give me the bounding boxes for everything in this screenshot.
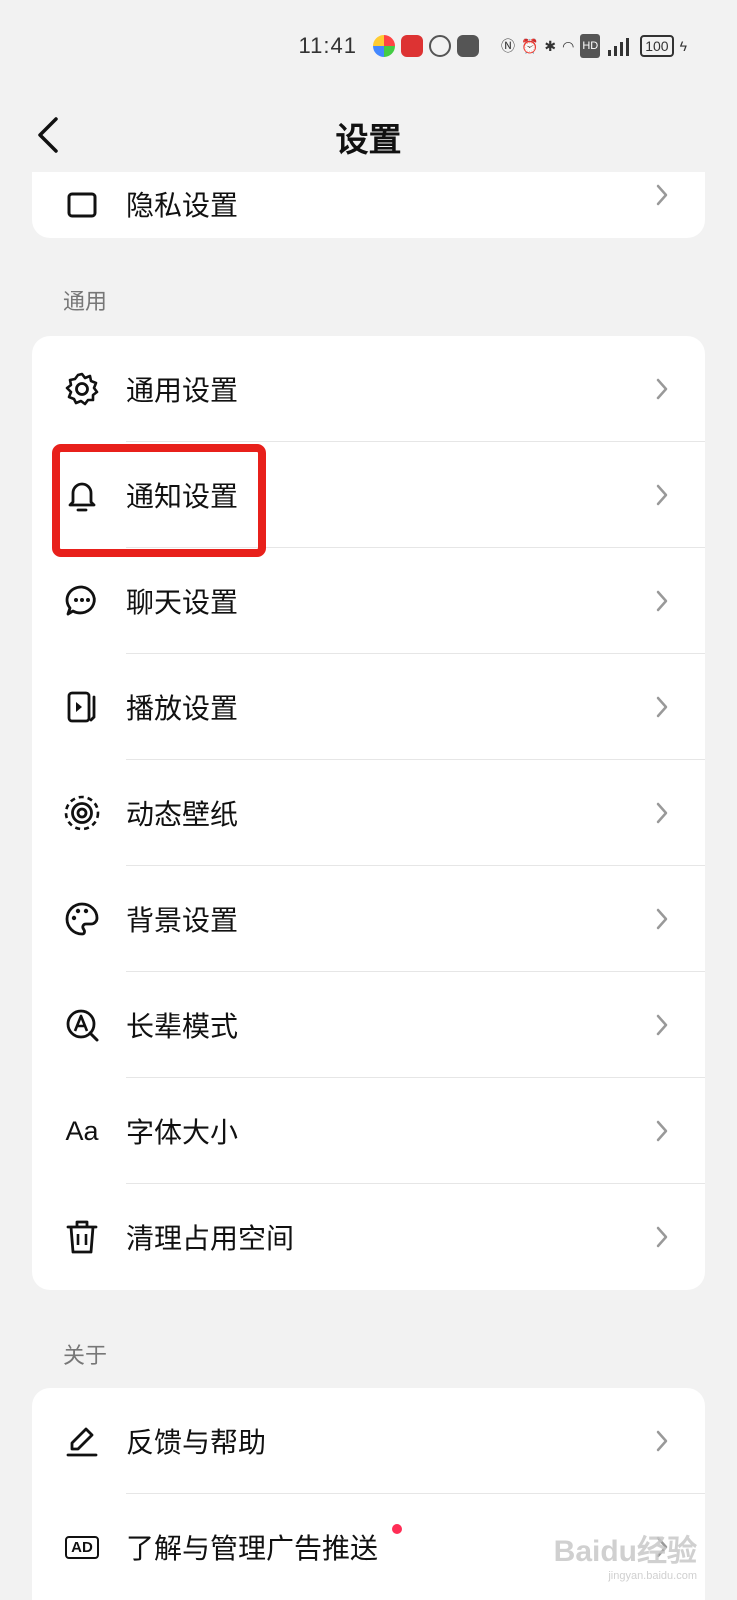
watermark: Baidu经验 jingyan.baidu.com bbox=[554, 1526, 697, 1582]
notification-badge bbox=[392, 1524, 402, 1534]
list-item-label: 背景设置 bbox=[126, 904, 239, 937]
list-item-label: 长辈模式 bbox=[126, 1010, 239, 1043]
chevron-right-icon bbox=[651, 1426, 673, 1456]
chevron-right-icon bbox=[651, 480, 673, 510]
elder-mode-icon bbox=[62, 1005, 102, 1045]
bell-icon bbox=[62, 475, 102, 515]
list-item-label: 播放设置 bbox=[126, 692, 239, 725]
chevron-right-icon bbox=[651, 586, 673, 616]
section-title-general: 通用 bbox=[63, 290, 108, 315]
chevron-right-icon bbox=[651, 692, 673, 722]
chevron-right-icon bbox=[651, 374, 673, 404]
trash-icon bbox=[62, 1217, 102, 1257]
app-notification-icon bbox=[400, 35, 423, 57]
list-item-feedback-help[interactable]: 反馈与帮助 bbox=[32, 1388, 705, 1494]
chevron-right-icon bbox=[651, 904, 673, 934]
tv-icon bbox=[62, 186, 102, 226]
app-notification-icon bbox=[372, 35, 395, 57]
chevron-left-icon bbox=[38, 117, 58, 153]
chevron-right-icon bbox=[651, 1010, 673, 1040]
hand-icon bbox=[428, 35, 451, 57]
chat-bubble-icon bbox=[62, 581, 102, 621]
list-item-elder-mode[interactable]: 长辈模式 bbox=[32, 972, 705, 1078]
list-item-background-settings[interactable]: 背景设置 bbox=[32, 866, 705, 972]
chevron-right-icon bbox=[651, 798, 673, 828]
target-icon bbox=[62, 793, 102, 833]
ad-icon-text: AD bbox=[65, 1535, 99, 1559]
page-title: 设置 bbox=[335, 120, 402, 159]
list-item-live-wallpaper[interactable]: 动态壁纸 bbox=[32, 760, 705, 866]
list-item-label: 通用设置 bbox=[126, 374, 239, 407]
signal-icon bbox=[606, 34, 632, 58]
clock: 11:41 bbox=[298, 33, 357, 58]
wifi-icon: ◠ bbox=[562, 37, 575, 54]
list-item-clear-storage[interactable]: 清理占用空间 bbox=[32, 1184, 705, 1290]
chevron-right-icon bbox=[651, 1222, 673, 1252]
watermark-text: Baidu经验 bbox=[553, 1535, 697, 1568]
charging-icon: ϟ bbox=[679, 38, 687, 54]
bluetooth-icon: ✱ bbox=[544, 37, 557, 54]
list-item-label: 反馈与帮助 bbox=[126, 1426, 267, 1459]
list-item-playback-settings[interactable]: 播放设置 bbox=[32, 654, 705, 760]
section-title-about: 关于 bbox=[63, 1344, 108, 1369]
ad-icon: AD bbox=[62, 1527, 102, 1567]
palette-icon bbox=[62, 899, 102, 939]
list-item-label: 聊天设置 bbox=[126, 586, 239, 619]
list-item-privacy-settings[interactable]: 隐私设置 bbox=[32, 172, 705, 238]
chevron-right-icon bbox=[651, 1116, 673, 1146]
list-item-label: 清理占用空间 bbox=[126, 1222, 295, 1255]
general-settings-card: 通用设置 通知设置 聊天设置 播放设置 动态壁纸 背景设置 长辈模式 Aa 字体… bbox=[32, 336, 705, 1290]
back-button[interactable] bbox=[28, 110, 68, 160]
list-item-label: 通知设置 bbox=[126, 480, 239, 513]
edit-icon bbox=[62, 1421, 102, 1461]
watermark-url: jingyan.baidu.com bbox=[608, 1570, 697, 1582]
nfc-icon: Ⓝ bbox=[500, 38, 515, 54]
font-size-icon: Aa bbox=[65, 1115, 99, 1146]
list-item-label: 隐私设置 bbox=[126, 189, 239, 222]
alarm-icon: ⏰ bbox=[520, 37, 539, 54]
gear-icon bbox=[62, 369, 102, 409]
battery-icon: 100 bbox=[640, 35, 674, 57]
privacy-card: 隐私设置 bbox=[32, 172, 705, 238]
list-item-label: 了解与管理广告推送 bbox=[126, 1532, 379, 1565]
status-bar: 11:41 Ⓝ ⏰ ✱ ◠ HD 100 ϟ bbox=[0, 0, 737, 92]
chevron-right-icon bbox=[651, 180, 673, 210]
list-item-general-settings[interactable]: 通用设置 bbox=[32, 336, 705, 442]
shopping-bag-icon bbox=[456, 35, 479, 57]
list-item-chat-settings[interactable]: 聊天设置 bbox=[32, 548, 705, 654]
signal-bars bbox=[608, 38, 630, 56]
list-item-label: 动态壁纸 bbox=[126, 798, 239, 831]
nav-bar: 设置 bbox=[0, 92, 737, 182]
hd-icon: HD bbox=[580, 34, 601, 58]
list-item-font-size[interactable]: Aa 字体大小 bbox=[32, 1078, 705, 1184]
list-item-label: 字体大小 bbox=[126, 1116, 239, 1149]
play-icon bbox=[62, 687, 102, 727]
list-item-notification-settings[interactable]: 通知设置 bbox=[32, 442, 705, 548]
